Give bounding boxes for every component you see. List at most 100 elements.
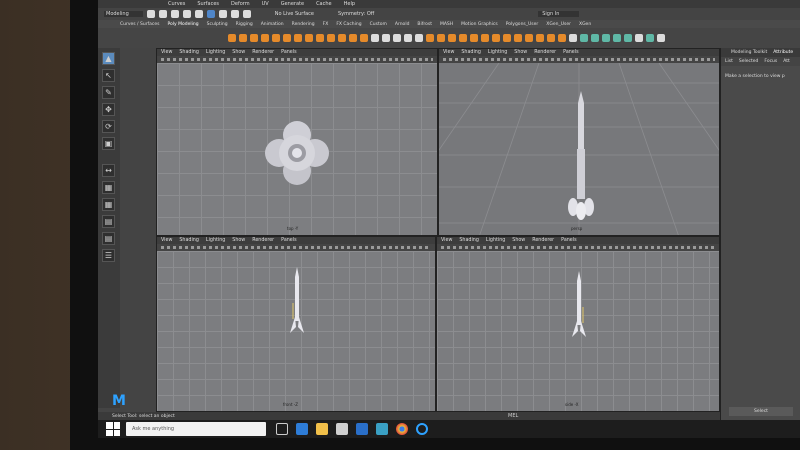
tab-custom[interactable]: Custom — [370, 22, 387, 27]
poly-cube-icon[interactable] — [239, 34, 247, 42]
menu-renderer[interactable]: Renderer — [534, 50, 556, 55]
viewport-icon-bar[interactable] — [157, 56, 437, 63]
menu-show[interactable]: Show — [232, 50, 245, 55]
spherical-map-icon[interactable] — [613, 34, 621, 42]
platonic-icon[interactable] — [305, 34, 313, 42]
poke-icon[interactable] — [569, 34, 577, 42]
chrome-icon[interactable] — [396, 423, 408, 435]
collapse-icon[interactable] — [547, 34, 555, 42]
tab-animation[interactable]: Animation — [261, 22, 284, 27]
menu-item-generate[interactable]: Generate — [281, 1, 304, 7]
viewport-front[interactable]: View Shading Lighting Show Renderer Pane… — [156, 236, 436, 412]
tab-rendering[interactable]: Rendering — [292, 22, 315, 27]
append-icon[interactable] — [481, 34, 489, 42]
connect-icon[interactable] — [558, 34, 566, 42]
close-shelf-icon[interactable] — [657, 34, 665, 42]
save-scene-icon[interactable] — [170, 10, 179, 18]
menu-lighting[interactable]: Lighting — [488, 50, 507, 55]
snap-grid-icon[interactable] — [218, 10, 227, 18]
menu-renderer[interactable]: Renderer — [532, 238, 554, 243]
tab-rigging[interactable]: Rigging — [236, 22, 253, 27]
live-surface-label[interactable]: No Live Surface — [275, 11, 314, 17]
redo-icon[interactable] — [194, 10, 203, 18]
mel-label[interactable]: MEL — [508, 413, 518, 419]
snap-curve-icon[interactable] — [230, 10, 239, 18]
tab-poly-modeling[interactable]: Poly Modeling — [168, 22, 199, 27]
tab-fx-caching[interactable]: FX Caching — [336, 22, 361, 27]
undo-icon[interactable] — [182, 10, 191, 18]
menu-renderer[interactable]: Renderer — [252, 238, 274, 243]
star-icon[interactable] — [338, 34, 346, 42]
poly-cylinder-icon[interactable] — [250, 34, 258, 42]
bevel-icon[interactable] — [448, 34, 456, 42]
viewport-icon-bar[interactable] — [439, 56, 719, 63]
task-view-icon[interactable] — [276, 423, 288, 435]
file-explorer-icon[interactable] — [316, 423, 328, 435]
scale-tool-icon[interactable]: ▣ — [102, 137, 115, 150]
menu-attributes[interactable]: Att — [783, 59, 790, 64]
poly-cone-icon[interactable] — [261, 34, 269, 42]
boolean-icon[interactable] — [404, 34, 412, 42]
menu-focus[interactable]: Focus — [764, 59, 777, 64]
uv-editor-icon[interactable] — [580, 34, 588, 42]
new-scene-icon[interactable] — [146, 10, 155, 18]
menu-list[interactable]: List — [725, 59, 733, 64]
last-tool-icon[interactable]: ↔ — [102, 164, 115, 177]
mode-dropdown[interactable]: Modeling — [104, 11, 143, 17]
tab-motion-graphics[interactable]: Motion Graphics — [461, 22, 498, 27]
poly-plane-icon[interactable] — [283, 34, 291, 42]
poly-torus-icon[interactable] — [272, 34, 280, 42]
menu-view[interactable]: View — [161, 50, 172, 55]
viewport-icon-bar[interactable] — [437, 244, 719, 251]
menu-item-cache[interactable]: Cache — [316, 1, 332, 7]
menu-lighting[interactable]: Lighting — [206, 238, 225, 243]
tab-arnold[interactable]: Arnold — [395, 22, 410, 27]
select-hierarchy-icon[interactable] — [206, 10, 215, 18]
tab-curves-surfaces[interactable]: Curves / Surfaces — [120, 22, 160, 27]
menu-shading[interactable]: Shading — [179, 50, 199, 55]
menu-lighting[interactable]: Lighting — [206, 50, 225, 55]
tab-modeling-toolkit[interactable]: Modeling Toolkit — [731, 50, 767, 55]
list-view-icon[interactable]: ☰ — [102, 249, 115, 262]
super-shape-icon[interactable] — [316, 34, 324, 42]
menu-view[interactable]: View — [161, 238, 172, 243]
svg-icon[interactable] — [360, 34, 368, 42]
menu-item-deform[interactable]: Deform — [231, 1, 250, 7]
menu-shading[interactable]: Shading — [179, 238, 199, 243]
graph-view-icon[interactable]: ▤ — [102, 232, 115, 245]
tab-polygons-user[interactable]: Polygons_User — [506, 22, 539, 27]
menu-shading[interactable]: Shading — [459, 238, 479, 243]
cortana-icon[interactable] — [416, 423, 428, 435]
merge-icon[interactable] — [492, 34, 500, 42]
tab-xgen[interactable]: XGen — [579, 22, 591, 27]
store-icon[interactable] — [336, 423, 348, 435]
menu-view[interactable]: View — [443, 50, 454, 55]
sign-in-button[interactable]: Sign In — [538, 11, 580, 17]
sphere-svg-icon[interactable] — [327, 34, 335, 42]
rotate-tool-icon[interactable]: ⟳ — [102, 120, 115, 133]
menu-item-help[interactable]: Help — [344, 1, 355, 7]
lasso-tool-icon[interactable]: ↖ — [102, 69, 115, 82]
tab-bifrost[interactable]: Bifrost — [417, 22, 432, 27]
single-view-icon[interactable]: ▦ — [102, 181, 115, 194]
extrude-icon[interactable] — [426, 34, 434, 42]
type-text-icon[interactable] — [349, 34, 357, 42]
unfold-icon[interactable] — [635, 34, 643, 42]
menu-renderer[interactable]: Renderer — [252, 50, 274, 55]
move-tool-icon[interactable]: ✥ — [102, 103, 115, 116]
fill-hole-icon[interactable] — [470, 34, 478, 42]
auto-map-icon[interactable] — [624, 34, 632, 42]
tab-xgen-user[interactable]: XGen_User — [546, 22, 571, 27]
combine-icon[interactable] — [371, 34, 379, 42]
menu-view[interactable]: View — [441, 238, 452, 243]
menu-selected[interactable]: Selected — [739, 59, 759, 64]
select-button[interactable]: Select — [729, 407, 793, 416]
mirror-icon[interactable] — [415, 34, 423, 42]
menu-show[interactable]: Show — [512, 238, 525, 243]
outliner-view-icon[interactable]: ▤ — [102, 215, 115, 228]
tab-sculpting[interactable]: Sculpting — [207, 22, 228, 27]
tab-fx[interactable]: FX — [323, 22, 329, 27]
menu-shading[interactable]: Shading — [461, 50, 481, 55]
menu-show[interactable]: Show — [514, 50, 527, 55]
select-tool-icon[interactable]: ▲ — [102, 52, 115, 65]
